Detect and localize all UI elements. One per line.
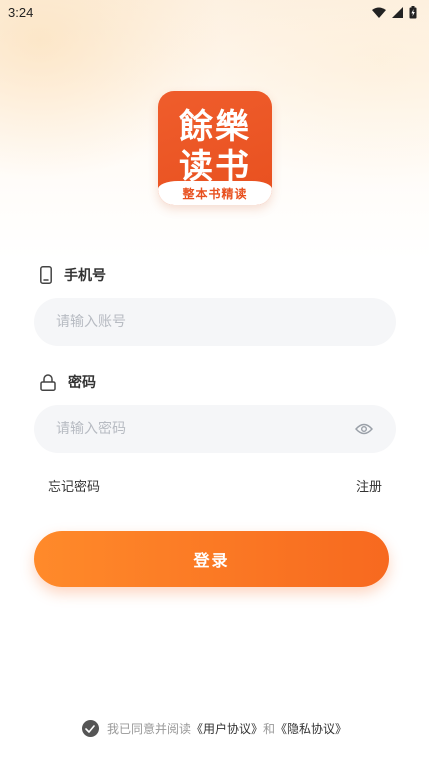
agreement-conjunction: 和 [263, 722, 276, 736]
show-password-toggle[interactable] [354, 419, 374, 439]
wifi-icon [372, 7, 386, 18]
app-logo: 餘樂 读书 整本书精读 [158, 91, 272, 205]
lock-icon [40, 373, 56, 391]
status-time: 3:24 [8, 4, 34, 20]
phone-field-label: 手机号 [40, 265, 106, 285]
user-agreement-link[interactable]: 《用户协议》 [191, 720, 263, 737]
agreement-checkbox[interactable] [81, 720, 99, 737]
password-label-text: 密码 [68, 375, 96, 391]
phone-input[interactable] [56, 314, 374, 330]
status-icons [372, 5, 417, 19]
phone-icon [40, 266, 52, 284]
logo-ribbon-text: 整本书精读 [182, 186, 248, 201]
login-button[interactable]: 登录 [34, 531, 389, 587]
agreement-row: 我已同意并阅读 《用户协议》 和 《隐私协议》 [0, 720, 429, 737]
phone-input-box[interactable] [34, 298, 396, 346]
password-input[interactable] [56, 421, 354, 437]
cellular-signal-icon [392, 6, 403, 18]
agreement-prefix: 我已同意并阅读 [106, 722, 191, 736]
status-bar: 3:24 [0, 0, 429, 24]
battery-icon [409, 5, 417, 18]
eye-icon [355, 423, 373, 435]
password-field-label: 密码 [40, 372, 96, 392]
phone-label-text: 手机号 [64, 268, 106, 284]
register-link[interactable]: 注册 [356, 476, 382, 495]
logo-ribbon: 整本书精读 [158, 181, 272, 205]
check-icon [85, 724, 96, 733]
privacy-agreement-link[interactable]: 《隐私协议》 [275, 720, 347, 737]
forgot-password-link[interactable]: 忘记密码 [48, 476, 100, 495]
password-input-box[interactable] [34, 405, 396, 453]
